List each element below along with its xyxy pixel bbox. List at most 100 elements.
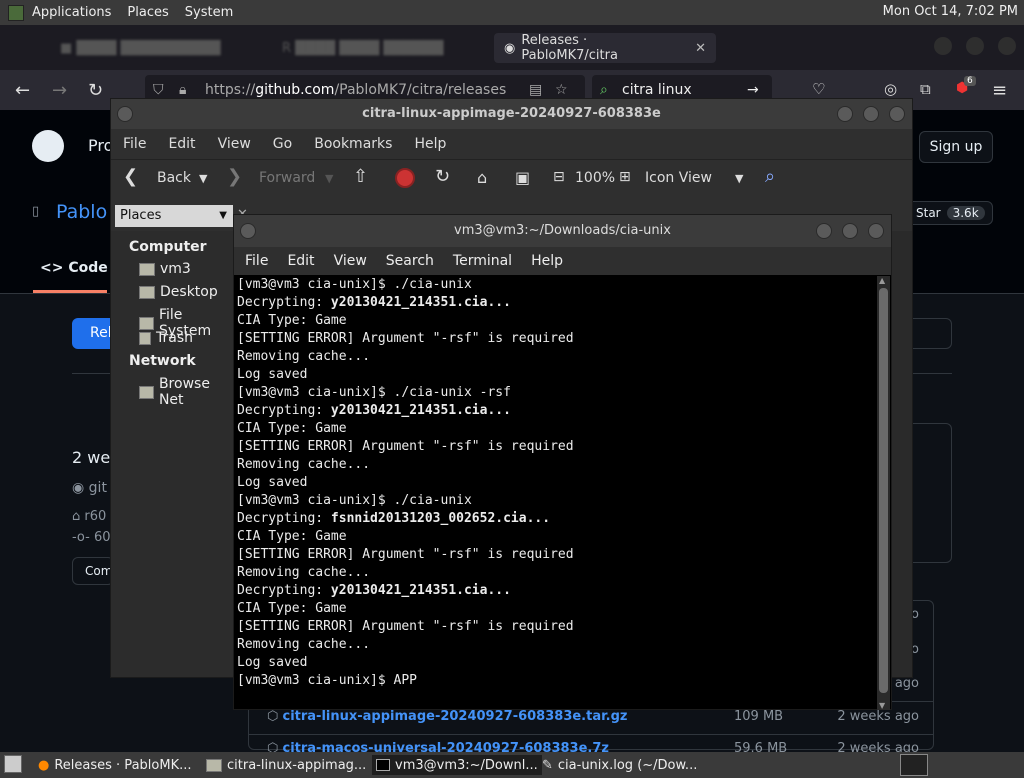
close-icon[interactable] bbox=[998, 37, 1016, 55]
back-arrow-icon[interactable]: ← bbox=[15, 80, 30, 101]
hamburger-menu-icon[interactable]: ≡ bbox=[992, 80, 1007, 101]
task-label: cia-unix.log (~/Dow... bbox=[557, 757, 698, 773]
terminal-titlebar[interactable]: vm3@vm3:~/Downloads/cia-unix bbox=[234, 215, 891, 247]
panel-clock[interactable]: Mon Oct 14, 7:02 PM bbox=[883, 4, 1018, 19]
maximize-icon[interactable] bbox=[842, 223, 858, 239]
term-menu-file[interactable]: File bbox=[245, 253, 268, 269]
view-mode-dropdown-icon[interactable]: ▼ bbox=[735, 172, 743, 185]
window-menu-icon[interactable] bbox=[117, 106, 133, 122]
url-path: /PabloMK7/citra/releases bbox=[334, 82, 507, 98]
task-text-editor[interactable]: ✎ cia-unix.log (~/Dow... bbox=[542, 755, 697, 775]
sidebar-header-network: Network bbox=[129, 353, 196, 369]
close-icon[interactable] bbox=[868, 223, 884, 239]
sidebar-item-vm3[interactable]: vm3 bbox=[139, 261, 191, 277]
fm-menu-help[interactable]: Help bbox=[414, 136, 446, 152]
pocket-icon[interactable]: ♡ bbox=[812, 80, 825, 98]
computer-icon[interactable]: ▣ bbox=[515, 168, 530, 187]
term-menu-terminal[interactable]: Terminal bbox=[453, 253, 512, 269]
maximize-icon[interactable] bbox=[863, 106, 879, 122]
task-file-manager[interactable]: citra-linux-appimag... bbox=[206, 755, 366, 775]
code-tab[interactable]: <> Code bbox=[40, 260, 108, 276]
release-tag[interactable]: ⌂ r60 bbox=[72, 509, 106, 524]
account-icon[interactable]: ◎ bbox=[884, 80, 897, 98]
minimize-icon[interactable] bbox=[837, 106, 853, 122]
file-manager-titlebar[interactable]: citra-linux-appimage-20240927-608383e bbox=[111, 99, 912, 129]
asset-row-linux[interactable]: ⬡ citra-linux-appimage-20240927-608383e.… bbox=[267, 709, 627, 724]
file-manager-menubar: File Edit View Go Bookmarks Help bbox=[111, 129, 912, 159]
view-mode-select[interactable]: Icon View bbox=[645, 170, 712, 186]
forward-button[interactable]: Forward bbox=[259, 170, 315, 186]
task-browser[interactable]: ● Releases · PabloMK... bbox=[38, 755, 192, 775]
zoom-out-icon[interactable]: ⊟ bbox=[553, 169, 565, 185]
terminal-line-text: CIA Type: Game bbox=[237, 313, 347, 328]
scroll-down-icon[interactable]: ▼ bbox=[879, 701, 885, 710]
terminal-scrollbar[interactable]: ▲ ▼ bbox=[877, 276, 890, 710]
task-terminal[interactable]: vm3@vm3:~/Downl... bbox=[372, 755, 542, 775]
browser-tab-releases[interactable]: ◉ Releases · PabloMK7/citra ✕ bbox=[494, 33, 716, 63]
fm-menu-bookmarks[interactable]: Bookmarks bbox=[314, 136, 392, 152]
term-menu-edit[interactable]: Edit bbox=[287, 253, 314, 269]
repo-owner-link[interactable]: Pablo bbox=[56, 201, 107, 223]
tab-close-icon[interactable]: ✕ bbox=[695, 41, 706, 56]
github-logo-icon[interactable] bbox=[32, 130, 64, 162]
releases-button[interactable]: Rel bbox=[72, 318, 114, 349]
maximize-icon[interactable] bbox=[966, 37, 984, 55]
applications-menu[interactable]: Applications bbox=[24, 5, 119, 20]
fm-menu-view[interactable]: View bbox=[218, 136, 251, 152]
back-icon[interactable]: ❮ bbox=[123, 166, 138, 187]
fm-menu-file[interactable]: File bbox=[123, 136, 146, 152]
sidebar-item-label: Browse Net bbox=[158, 376, 210, 408]
fm-menu-edit[interactable]: Edit bbox=[168, 136, 195, 152]
forward-dropdown-icon[interactable]: ▼ bbox=[325, 172, 333, 185]
close-icon[interactable] bbox=[889, 106, 905, 122]
reload-icon[interactable]: ↻ bbox=[88, 80, 103, 101]
zoom-in-icon[interactable]: ⊞ bbox=[619, 169, 631, 185]
terminal-line-text: [SETTING ERROR] Argument "-rsf" is requi… bbox=[237, 619, 574, 634]
search-icon[interactable]: ⌕ bbox=[765, 166, 775, 187]
star-button[interactable]: Star 3.6k bbox=[905, 201, 993, 225]
search-releases-input[interactable] bbox=[912, 318, 952, 349]
sidebar-item-trash[interactable]: Trash bbox=[139, 330, 193, 346]
scroll-up-icon[interactable]: ▲ bbox=[879, 276, 885, 285]
up-icon[interactable]: ⇧ bbox=[353, 166, 368, 187]
show-desktop-icon[interactable] bbox=[4, 755, 22, 773]
browser-tab-blurred-1[interactable]: ■ ████ ██████████ bbox=[50, 33, 260, 63]
terminal-scroll-thumb[interactable] bbox=[879, 288, 888, 693]
release-commit[interactable]: -o- 60 bbox=[72, 530, 111, 545]
places-menu[interactable]: Places bbox=[119, 5, 176, 20]
asset-name[interactable]: citra-linux-appimage-20240927-608383e.ta… bbox=[283, 709, 628, 724]
panel-app-icon[interactable] bbox=[8, 4, 24, 21]
home-icon[interactable]: ⌂ bbox=[477, 168, 487, 187]
term-menu-help[interactable]: Help bbox=[531, 253, 563, 269]
term-menu-view[interactable]: View bbox=[334, 253, 367, 269]
forward-arrow-icon[interactable]: → bbox=[52, 80, 67, 101]
terminal-line: CIA Type: Game bbox=[237, 312, 876, 330]
term-menu-search[interactable]: Search bbox=[386, 253, 434, 269]
sidebar-item-browse-network[interactable]: Browse Net bbox=[139, 376, 233, 408]
compare-button[interactable]: Com bbox=[72, 557, 114, 585]
fm-menu-go[interactable]: Go bbox=[273, 136, 292, 152]
forward-icon[interactable]: ❯ bbox=[227, 166, 242, 187]
system-menu[interactable]: System bbox=[177, 5, 241, 20]
terminal-line-filename: y20130421_214351.cia... bbox=[330, 583, 511, 598]
back-button[interactable]: Back bbox=[157, 170, 191, 186]
workspace-switcher-icon[interactable] bbox=[900, 754, 928, 776]
browser-tab-blurred-2[interactable]: R ████ ████ ██████ bbox=[272, 33, 482, 63]
asset-row-divider bbox=[249, 734, 933, 735]
signup-button[interactable]: Sign up bbox=[919, 131, 993, 163]
sidebar-item-label: vm3 bbox=[160, 261, 191, 277]
window-menu-icon[interactable] bbox=[240, 223, 256, 239]
terminal-line-text: [vm3@vm3 cia-unix]$ ./cia-unix bbox=[237, 493, 472, 508]
reload-icon[interactable]: ↻ bbox=[435, 166, 450, 187]
task-label: Releases · PabloMK... bbox=[54, 757, 192, 773]
release-author[interactable]: ◉ git bbox=[72, 480, 107, 496]
extensions-icon[interactable]: ⧉ bbox=[920, 80, 931, 98]
terminal-output[interactable]: [vm3@vm3 cia-unix]$ ./cia-unix Decrypting… bbox=[236, 276, 876, 706]
back-dropdown-icon[interactable]: ▼ bbox=[199, 172, 207, 185]
stop-icon[interactable] bbox=[395, 168, 415, 188]
sidebar-places-select[interactable]: Places ▼ bbox=[115, 205, 233, 227]
sidebar-item-desktop[interactable]: Desktop bbox=[139, 284, 218, 300]
minimize-icon[interactable] bbox=[816, 223, 832, 239]
minimize-icon[interactable] bbox=[934, 37, 952, 55]
terminal-line-text: Log saved bbox=[237, 367, 308, 382]
